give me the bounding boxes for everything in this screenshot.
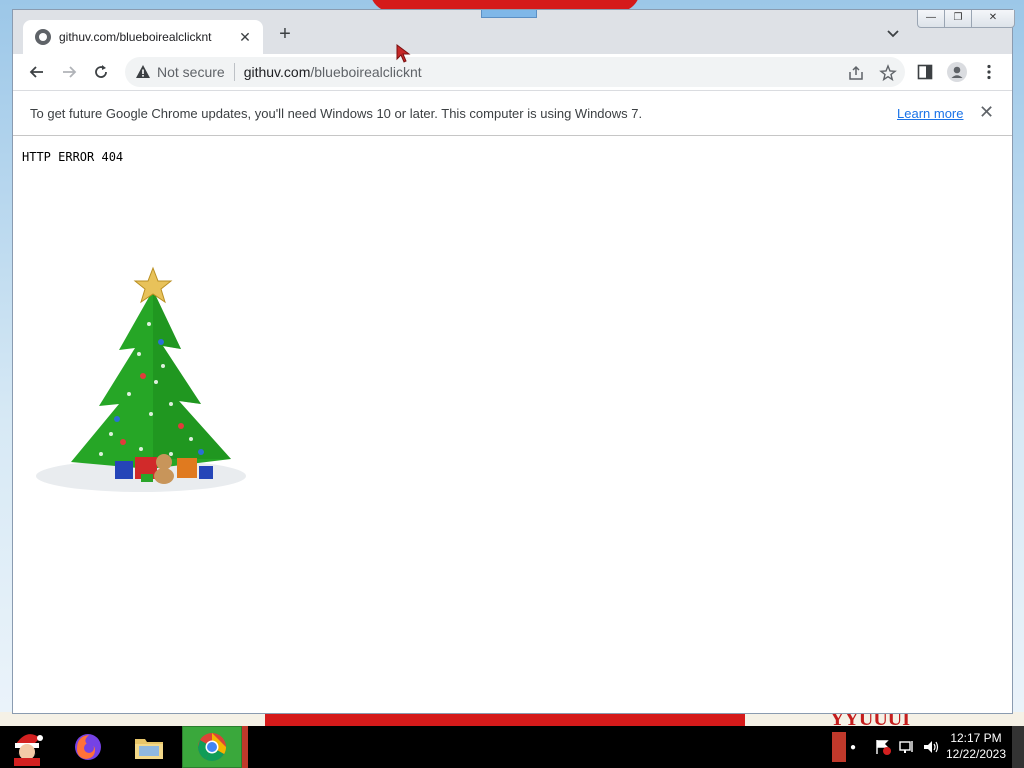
side-panel-icon[interactable] xyxy=(915,62,935,82)
address-bar[interactable]: Not secure githuv.com/blueboirealclicknt xyxy=(125,57,905,87)
tab-title: githuv.com/blueboirealclicknt xyxy=(59,30,212,44)
forward-arrow-icon[interactable] xyxy=(59,62,79,82)
learn-more-link[interactable]: Learn more xyxy=(897,106,963,121)
mouse-cursor-icon xyxy=(396,44,411,63)
clock-date: 12/22/2023 xyxy=(945,747,1007,761)
taskbar: ● 12:17 PM 12/22/2023 xyxy=(0,726,1024,768)
minimize-button[interactable]: — xyxy=(917,10,945,28)
page-content: HTTP ERROR 404 xyxy=(13,136,1012,713)
security-label[interactable]: Not secure xyxy=(157,64,225,80)
tab-close-icon[interactable]: ✕ xyxy=(237,29,253,46)
infobar-close-icon[interactable]: ✕ xyxy=(979,102,994,123)
tab-strip: githuv.com/blueboirealclicknt ✕ + — ❐ ✕ xyxy=(13,10,1015,54)
file-explorer-icon[interactable] xyxy=(126,726,172,768)
profile-avatar-icon[interactable] xyxy=(947,62,967,82)
update-infobar: To get future Google Chrome updates, you… xyxy=(13,90,1012,136)
close-window-button[interactable]: ✕ xyxy=(971,10,1015,28)
share-icon[interactable] xyxy=(847,64,865,82)
system-tray: ● xyxy=(832,726,940,768)
browser-tab[interactable]: githuv.com/blueboirealclicknt ✕ xyxy=(23,20,263,54)
new-tab-button[interactable]: + xyxy=(275,24,295,44)
clock[interactable]: 12:17 PM 12/22/2023 xyxy=(940,730,1012,762)
chrome-taskbar-button[interactable] xyxy=(182,726,242,768)
show-desktop-button[interactable] xyxy=(1012,726,1024,768)
firefox-icon[interactable] xyxy=(66,726,110,768)
start-button-santa-icon[interactable] xyxy=(4,726,50,768)
url-domain: githuv.com xyxy=(243,64,311,80)
warning-icon xyxy=(136,65,150,78)
action-center-flag-icon[interactable] xyxy=(874,738,892,756)
window-top-handle xyxy=(481,10,537,18)
globe-icon xyxy=(35,29,51,45)
chevron-down-icon[interactable] xyxy=(885,26,901,42)
clock-time: 12:17 PM xyxy=(950,731,1002,745)
error-message: HTTP ERROR 404 xyxy=(22,150,124,164)
tray-dot-icon[interactable]: ● xyxy=(850,742,856,753)
reload-icon[interactable] xyxy=(91,62,111,82)
omnibox-divider xyxy=(233,63,235,81)
infobar-message: To get future Google Chrome updates, you… xyxy=(30,106,643,121)
network-icon[interactable] xyxy=(898,738,916,756)
maximize-button[interactable]: ❐ xyxy=(944,10,972,28)
christmas-tree-image xyxy=(36,266,246,492)
browser-window: githuv.com/blueboirealclicknt ✕ + — ❐ ✕ … xyxy=(12,9,1015,714)
back-arrow-icon[interactable] xyxy=(27,62,47,82)
url-path: /blueboirealclicknt xyxy=(310,64,422,80)
volume-icon[interactable] xyxy=(922,738,940,756)
taskbar-divider xyxy=(242,726,248,768)
chrome-icon xyxy=(198,733,226,761)
menu-kebab-icon[interactable] xyxy=(979,62,999,82)
tray-red-tab[interactable] xyxy=(832,732,846,762)
bookmark-star-icon[interactable] xyxy=(879,64,897,82)
url-text: githuv.com/blueboirealclicknt xyxy=(244,64,422,80)
browser-toolbar: Not secure githuv.com/blueboirealclicknt xyxy=(13,54,1012,90)
